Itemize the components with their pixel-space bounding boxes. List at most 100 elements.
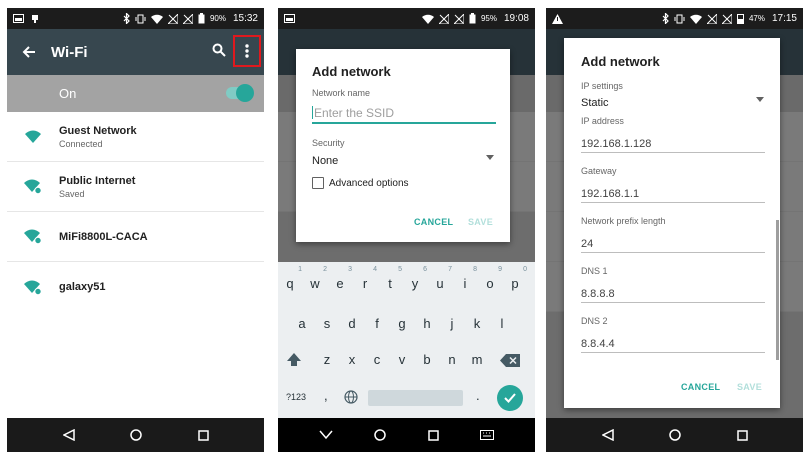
network-item[interactable]: Guest Network Connected — [7, 112, 264, 162]
key-o[interactable]: 9o — [478, 266, 502, 291]
nav-collapse-icon[interactable] — [319, 430, 333, 440]
network-item[interactable]: galaxy51 — [7, 262, 264, 312]
save-button[interactable]: SAVE — [468, 217, 493, 227]
period-key[interactable]: . — [476, 388, 480, 403]
key-d[interactable]: d — [340, 316, 364, 331]
wifi-master-switch-row[interactable]: On — [7, 75, 264, 112]
key-u[interactable]: 7u — [428, 266, 452, 291]
enter-key[interactable] — [497, 385, 523, 411]
save-button[interactable]: SAVE — [737, 382, 762, 392]
key-q[interactable]: 1q — [278, 266, 302, 291]
shift-key[interactable] — [286, 352, 302, 373]
wifi-signal-saved-icon — [24, 179, 42, 194]
language-key[interactable] — [344, 390, 358, 409]
key-g[interactable]: g — [390, 316, 414, 331]
nav-recents-icon[interactable] — [736, 429, 748, 441]
check-icon — [504, 393, 516, 403]
key-e[interactable]: 3e — [328, 266, 352, 291]
add-network-static-ip-screen: 47% 17:15 Add network IP settings Static… — [546, 8, 803, 452]
cancel-button[interactable]: CANCEL — [414, 217, 453, 227]
battery-icon — [736, 14, 744, 24]
status-bar: 90% 15:32 — [7, 8, 264, 29]
dns2-label: DNS 2 — [581, 316, 608, 326]
vibrate-icon — [135, 14, 146, 23]
key-c[interactable]: c — [365, 352, 389, 367]
network-item[interactable]: Public Internet Saved — [7, 162, 264, 212]
nav-home-icon[interactable] — [374, 429, 387, 441]
ip-address-value: 192.168.1.128 — [581, 138, 652, 150]
toggle-knob — [236, 84, 254, 102]
key-n[interactable]: n — [440, 352, 464, 367]
space-key[interactable] — [368, 390, 463, 406]
navigation-bar — [7, 418, 264, 452]
dns2-input[interactable]: 8.8.4.4 — [581, 334, 765, 353]
key-m[interactable]: m — [465, 352, 489, 367]
gateway-input[interactable]: 192.168.1.1 — [581, 184, 765, 203]
network-name: Guest Network — [59, 124, 137, 137]
key-v[interactable]: v — [390, 352, 414, 367]
prefix-length-input[interactable]: 24 — [581, 234, 765, 253]
key-y[interactable]: 6y — [403, 266, 427, 291]
bluetooth-icon — [123, 13, 130, 24]
network-status: Saved — [59, 188, 85, 199]
network-item[interactable]: MiFi8800L-CACA — [7, 212, 264, 262]
security-label: Security — [312, 138, 345, 148]
nav-back-icon[interactable] — [601, 429, 614, 441]
cancel-button[interactable]: CANCEL — [681, 382, 720, 392]
key-p[interactable]: 0p — [503, 266, 527, 291]
dialog-title: Add network — [581, 54, 660, 69]
overflow-menu-button[interactable] — [233, 35, 261, 67]
clock: 19:08 — [503, 13, 529, 24]
nav-home-icon[interactable] — [130, 429, 142, 441]
key-t[interactable]: 5t — [378, 266, 402, 291]
bluetooth-icon — [662, 13, 669, 24]
ip-address-input[interactable]: 192.168.1.128 — [581, 134, 765, 153]
nav-recents-icon[interactable] — [197, 429, 209, 441]
key-w[interactable]: 2w — [303, 266, 327, 291]
network-name-label: Network name — [312, 88, 371, 98]
search-button[interactable] — [212, 43, 226, 62]
back-button[interactable] — [7, 45, 51, 59]
key-i[interactable]: 8i — [453, 266, 477, 291]
keyboard-switch-icon[interactable] — [479, 430, 494, 440]
image-notification-icon — [284, 14, 295, 23]
status-bar: 95% 19:08 — [278, 8, 535, 29]
nav-home-icon[interactable] — [669, 429, 681, 441]
advanced-options-checkbox-row[interactable]: Advanced options — [312, 177, 409, 189]
ip-settings-dropdown[interactable]: Static — [581, 93, 767, 109]
nav-recents-icon[interactable] — [427, 429, 439, 441]
arrow-back-icon — [22, 46, 35, 58]
security-dropdown[interactable]: None — [312, 151, 496, 167]
ssid-input[interactable]: Enter the SSID — [312, 102, 496, 124]
no-signal-icon — [438, 13, 449, 24]
wifi-toggle[interactable] — [226, 84, 254, 102]
keyboard-row-2: a s d f g h j k l — [278, 316, 535, 346]
key-h[interactable]: h — [415, 316, 439, 331]
symbols-key[interactable]: ?123 — [286, 392, 306, 402]
dialog-scrollbar[interactable] — [776, 220, 779, 360]
key-s[interactable]: s — [315, 316, 339, 331]
clock: 15:32 — [232, 13, 258, 24]
network-name: Public Internet — [59, 174, 136, 187]
key-x[interactable]: x — [340, 352, 364, 367]
key-l[interactable]: l — [490, 316, 514, 331]
key-a[interactable]: a — [290, 316, 314, 331]
globe-icon — [344, 390, 358, 404]
key-z[interactable]: z — [315, 352, 339, 367]
ip-settings-value: Static — [581, 97, 609, 109]
key-k[interactable]: k — [465, 316, 489, 331]
keyboard-row-3: z x c v b n m — [278, 352, 535, 382]
no-signal-icon — [167, 13, 178, 24]
soft-keyboard: 1q 2w 3e 4r 5t 6y 7u 8i 9o 0p a s d f g … — [278, 262, 535, 418]
dns1-input[interactable]: 8.8.8.8 — [581, 284, 765, 303]
comma-key[interactable]: , — [324, 388, 328, 403]
key-f[interactable]: f — [365, 316, 389, 331]
backspace-key[interactable] — [500, 354, 520, 372]
add-network-dialog: Add network Network name Enter the SSID … — [296, 49, 510, 242]
nav-back-icon[interactable] — [62, 429, 75, 441]
dropdown-arrow-icon — [486, 155, 494, 160]
key-b[interactable]: b — [415, 352, 439, 367]
advanced-options-checkbox[interactable] — [312, 177, 324, 189]
key-j[interactable]: j — [440, 316, 464, 331]
key-r[interactable]: 4r — [353, 266, 377, 291]
